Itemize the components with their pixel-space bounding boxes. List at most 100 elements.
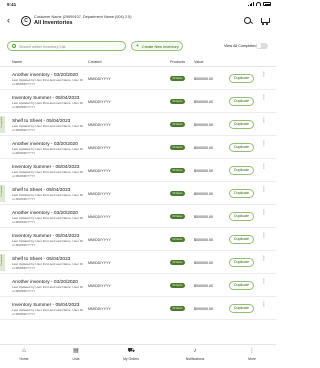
inventory-value: $000000.00 <box>194 215 213 219</box>
table-row[interactable]: Completed Shelf to Sheet - 05/04/2023 Last… <box>0 182 276 205</box>
more-options-icon[interactable]: ⋮ <box>261 210 267 221</box>
inventory-products-badge: 00 Items <box>170 168 185 174</box>
cart-icon[interactable] <box>260 16 270 26</box>
duplicate-button[interactable]: Duplicate <box>229 189 254 198</box>
more-options-icon[interactable]: ⋮ <box>261 279 267 290</box>
more-options-icon[interactable]: ⋮ <box>261 72 267 83</box>
search-field-icon <box>12 44 16 48</box>
table-row[interactable]: Another inventory - 03/20/2020 Last Updat… <box>0 205 276 228</box>
search-placeholder: Search within Inventory List <box>19 44 66 49</box>
inventory-last-updated: Last Updated by User First and Last Name… <box>12 124 83 132</box>
duplicate-button[interactable]: Duplicate <box>229 74 254 83</box>
truck-icon: ⛟ <box>127 348 136 354</box>
inventory-name[interactable]: Inventory Summer - 05/04/2023 <box>12 234 79 239</box>
inventory-created-date: MM/DD/YYYY <box>88 100 111 104</box>
more-options-icon[interactable]: ⋮ <box>261 141 267 152</box>
table-row[interactable]: Completed Shelf to Sheet - 05/04/2023 Last… <box>0 113 276 136</box>
table-header: Name Created Products Value <box>0 59 276 67</box>
app-header: ‹ C Customer Name (29999107, Department … <box>0 12 276 32</box>
table-row[interactable]: Inventory Summer - 05/04/2023 Last Update… <box>0 159 276 182</box>
duplicate-button[interactable]: Duplicate <box>229 120 254 129</box>
inventory-products-badge: 00 Items <box>170 191 185 197</box>
inventory-last-updated: Last Updated by User First and Last Name… <box>12 170 83 178</box>
duplicate-button[interactable]: Duplicate <box>229 281 254 290</box>
inventory-value: $000000.00 <box>194 77 213 81</box>
more-options-icon[interactable]: ⋮ <box>261 187 267 198</box>
inventory-last-updated: Last Updated by User First and Last Name… <box>12 101 83 109</box>
inventory-products-badge: 00 Items <box>170 260 185 266</box>
nav-home[interactable]: ⌂ Home <box>9 348 39 368</box>
inventory-products-badge: 00 Items <box>170 283 185 289</box>
inventory-value: $000000.00 <box>194 100 213 104</box>
duplicate-button[interactable]: Duplicate <box>229 304 254 313</box>
inventory-name[interactable]: Another inventory - 03/20/2020 <box>12 73 78 78</box>
inventory-name[interactable]: Another inventory - 03/20/2020 <box>12 142 78 147</box>
inventory-name[interactable]: Another inventory - 03/20/2020 <box>12 280 78 285</box>
nav-lists[interactable]: ▤ Lists <box>61 348 91 368</box>
inventory-products-badge: 00 Items <box>170 145 185 151</box>
more-options-icon[interactable]: ⋮ <box>261 302 267 313</box>
view-completed-toggle[interactable] <box>256 42 268 49</box>
inventory-name[interactable]: Another inventory - 03/20/2020 <box>12 211 78 216</box>
inventory-created-date: MM/DD/YYYY <box>88 146 111 150</box>
completed-tag-label: Completed <box>0 117 3 128</box>
back-arrow-icon[interactable]: ‹ <box>7 16 15 25</box>
table-row[interactable]: Inventory Summer - 05/04/2023 Last Update… <box>0 228 276 251</box>
nav-notifications[interactable]: ♪ Notifications <box>180 348 210 368</box>
create-inventory-button[interactable]: + Create New Inventory <box>131 41 183 51</box>
column-header-created[interactable]: Created <box>88 60 102 64</box>
inventory-value: $000000.00 <box>194 192 213 196</box>
more-options-icon[interactable]: ⋮ <box>261 256 267 267</box>
inventory-created-date: MM/DD/YYYY <box>88 284 111 288</box>
inventory-name[interactable]: Shelf to Sheet - 05/04/2023 <box>12 119 70 124</box>
column-header-value[interactable]: Value <box>194 60 203 64</box>
nav-home-label: Home <box>19 357 29 361</box>
duplicate-button[interactable]: Duplicate <box>229 97 254 106</box>
more-options-icon[interactable]: ⋮ <box>261 164 267 175</box>
inventory-value: $000000.00 <box>194 123 213 127</box>
table-row[interactable]: Inventory Summer - 05/04/2023 Last Update… <box>0 297 276 320</box>
duplicate-button[interactable]: Duplicate <box>229 166 254 175</box>
column-header-products[interactable]: Products <box>170 60 185 64</box>
inventory-last-updated: Last Updated by User First and Last Name… <box>12 285 83 293</box>
inventory-value: $000000.00 <box>194 261 213 265</box>
duplicate-button[interactable]: Duplicate <box>229 235 254 244</box>
more-options-icon[interactable]: ⋮ <box>261 118 267 129</box>
battery-icon <box>263 2 271 6</box>
nav-more[interactable]: ⋮ More <box>237 348 267 368</box>
duplicate-button[interactable]: Duplicate <box>229 212 254 221</box>
inventory-products-badge: 00 Items <box>170 306 185 312</box>
inventory-products-badge: 00 Items <box>170 214 185 220</box>
nav-notifications-label: Notifications <box>185 357 205 361</box>
inventory-name[interactable]: Shelf to Sheet - 05/04/2023 <box>12 257 70 262</box>
more-vertical-icon: ⋮ <box>249 348 255 354</box>
inventory-name[interactable]: Inventory Summer - 05/04/2023 <box>12 303 79 308</box>
table-row[interactable]: Another inventory - 03/20/2020 Last Updat… <box>0 274 276 297</box>
table-row[interactable]: Inventory Summer - 05/04/2023 Last Update… <box>0 90 276 113</box>
inventory-created-date: MM/DD/YYYY <box>88 169 111 173</box>
inventory-search-input[interactable]: Search within Inventory List <box>7 41 126 51</box>
table-row[interactable]: Completed Shelf to Sheet - 05/04/2023 Last… <box>0 251 276 274</box>
table-row[interactable]: Another inventory - 03/20/2020 Last Updat… <box>0 67 276 90</box>
completed-tag-label: Completed <box>0 255 3 266</box>
inventory-created-date: MM/DD/YYYY <box>88 238 111 242</box>
inventory-last-updated: Last Updated by User First and Last Name… <box>12 308 83 316</box>
toolbar: Search within Inventory List + Create Ne… <box>0 40 276 54</box>
table-row[interactable]: Another inventory - 03/20/2020 Last Updat… <box>0 136 276 159</box>
nav-orders[interactable]: ⛟ My Orders <box>116 348 146 368</box>
search-icon[interactable] <box>243 16 253 26</box>
inventory-name[interactable]: Inventory Summer - 05/04/2023 <box>12 165 79 170</box>
inventory-name[interactable]: Inventory Summer - 05/04/2023 <box>12 96 79 101</box>
inventory-created-date: MM/DD/YYYY <box>88 192 111 196</box>
inventory-value: $000000.00 <box>194 307 213 311</box>
bell-icon: ♪ <box>193 348 197 354</box>
duplicate-button[interactable]: Duplicate <box>229 143 254 152</box>
completed-tag: Completed <box>0 116 5 133</box>
inventory-name[interactable]: Shelf to Sheet - 05/04/2023 <box>12 188 70 193</box>
duplicate-button[interactable]: Duplicate <box>229 258 254 267</box>
column-header-name[interactable]: Name <box>12 60 22 64</box>
more-options-icon[interactable]: ⋮ <box>261 95 267 106</box>
inventory-created-date: MM/DD/YYYY <box>88 123 111 127</box>
inventory-value: $000000.00 <box>194 169 213 173</box>
more-options-icon[interactable]: ⋮ <box>261 233 267 244</box>
